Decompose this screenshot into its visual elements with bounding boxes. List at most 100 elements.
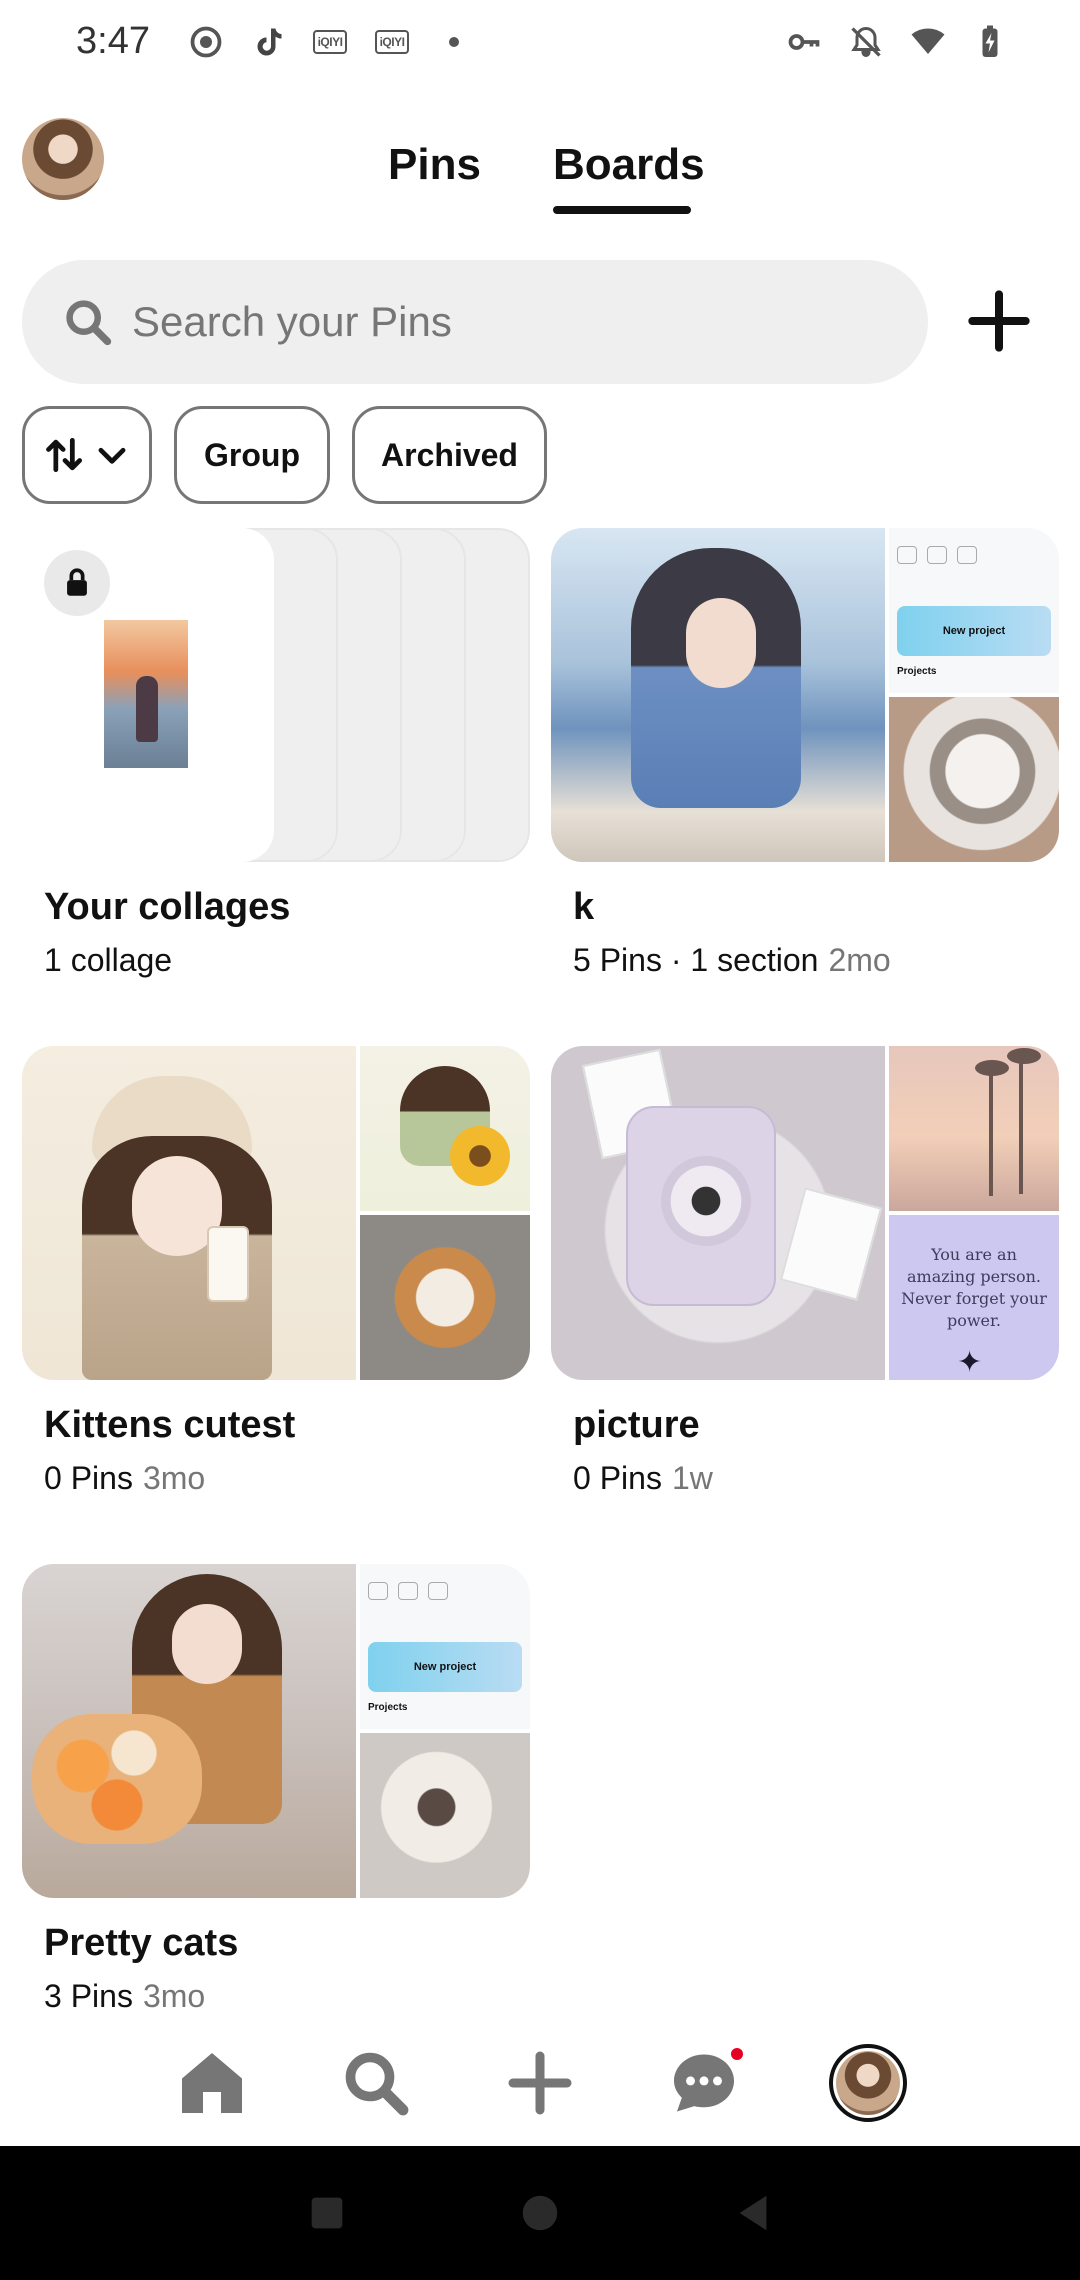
nav-create[interactable] — [498, 2041, 582, 2125]
circle-home-icon — [522, 2195, 558, 2231]
board-title: picture — [573, 1404, 700, 1446]
iqiyi-icon: iQIYI — [310, 22, 350, 62]
cover-image-app-screenshot: New project Projects — [360, 1564, 530, 1729]
home-button[interactable] — [505, 2178, 575, 2248]
quote-line: power. — [946, 1310, 1001, 1330]
board-count: 3 Pins — [44, 1978, 133, 2014]
board-cover: You are an amazing person. Never forget … — [551, 1046, 1059, 1380]
filter-chips: Group Archived — [22, 406, 547, 504]
create-icon — [508, 2051, 572, 2115]
group-chip[interactable]: Group — [174, 406, 330, 504]
nav-messages[interactable] — [662, 2041, 746, 2125]
tab-pins[interactable]: Pins — [388, 140, 481, 190]
board-count: 0 Pins — [573, 1460, 662, 1496]
board-cover — [22, 1046, 530, 1380]
sort-button[interactable] — [22, 406, 152, 504]
active-tab-indicator — [553, 206, 691, 214]
search-bar[interactable] — [22, 260, 928, 384]
wifi-icon — [908, 22, 948, 62]
collage-stack — [22, 528, 530, 862]
cover-image-camera — [551, 1046, 885, 1380]
board-age: 2mo — [828, 942, 891, 978]
new-project-label: New project — [368, 1642, 522, 1692]
board-count: 1 collage — [44, 942, 173, 978]
board-age: 1w — [671, 1460, 713, 1496]
tab-boards[interactable]: Boards — [553, 140, 705, 190]
recents-button[interactable] — [292, 2178, 362, 2248]
search-input[interactable] — [132, 298, 892, 346]
cover-image-main — [551, 528, 885, 862]
nav-profile[interactable] — [826, 2041, 910, 2125]
bell-off-icon — [846, 22, 886, 62]
dot-icon — [434, 22, 474, 62]
iqiyi-badge: iQIYI — [375, 30, 409, 54]
tabs: Pins Boards — [0, 140, 1080, 220]
board-title: Your collages — [44, 886, 291, 928]
quote-line: amazing person. — [906, 1266, 1042, 1286]
board-count: 0 Pins — [44, 1460, 133, 1496]
cover-image-flowers — [22, 1564, 356, 1898]
back-triangle-icon — [739, 2195, 767, 2231]
notification-dot — [728, 2045, 746, 2063]
sort-arrows-icon — [46, 437, 83, 473]
cover-image-app-screenshot: New project Projects — [889, 528, 1059, 693]
board-count: 5 Pins · 1 section — [573, 942, 819, 978]
new-project-label: New project — [897, 606, 1051, 656]
system-navigation-bar — [0, 2146, 1080, 2280]
record-icon — [186, 22, 226, 62]
projects-label: Projects — [368, 1702, 408, 1713]
search-icon — [345, 2052, 409, 2116]
add-button[interactable] — [964, 286, 1034, 356]
nav-search[interactable] — [334, 2041, 418, 2125]
board-title: Kittens cutest — [44, 1404, 296, 1446]
board-meta: 5 Pins · 1 section 2mo — [573, 942, 891, 979]
cover-image-ragdoll-cat — [360, 1733, 530, 1898]
quote-line: You are an — [931, 1244, 1017, 1264]
board-title: Pretty cats — [44, 1922, 239, 1964]
projects-label: Projects — [897, 666, 937, 677]
status-time: 3:47 — [76, 20, 150, 62]
cover-image-quote: You are an amazing person. Never forget … — [889, 1215, 1059, 1380]
tiktok-icon — [248, 22, 288, 62]
lock-icon — [44, 550, 110, 616]
collage-thumbnail — [104, 620, 188, 768]
status-left-icons: iQIYI iQIYI — [186, 22, 474, 62]
board-title: k — [573, 886, 595, 928]
board-pretty-cats[interactable]: New project Projects Pretty cats 3 Pins 3… — [22, 1564, 530, 2020]
status-bar: 3:47 iQIYI iQIYI — [0, 0, 1080, 86]
board-meta: 0 Pins 3mo — [44, 1460, 205, 1497]
board-age: 3mo — [142, 1978, 206, 2014]
status-right-icons — [784, 22, 1010, 62]
board-age: 3mo — [142, 1460, 206, 1496]
chevron-down-icon — [98, 447, 126, 464]
cover-image-kitten — [360, 1215, 530, 1380]
sparkle-icon: ✦ — [957, 1346, 983, 1379]
board-meta: 0 Pins 1w — [573, 1460, 713, 1497]
nav-home[interactable] — [170, 2041, 254, 2125]
collage-cover — [22, 528, 274, 862]
board-k[interactable]: New project Projects k 5 Pins · 1 sectio… — [551, 528, 1059, 998]
iqiyi-badge: iQIYI — [313, 30, 347, 54]
board-meta: 1 collage — [44, 942, 172, 979]
board-meta: 3 Pins 3mo — [44, 1978, 205, 2015]
profile-avatar — [829, 2044, 907, 2122]
iqiyi-icon: iQIYI — [372, 22, 412, 62]
cover-image-sunflowers — [360, 1046, 530, 1211]
back-button[interactable] — [718, 2178, 788, 2248]
board-your-collages[interactable]: Your collages 1 collage — [22, 528, 530, 998]
home-icon — [182, 2053, 242, 2113]
cover-image-palm-trees — [889, 1046, 1059, 1211]
recents-icon — [311, 2197, 342, 2229]
cover-image-cat — [889, 697, 1059, 862]
board-cover: New project Projects — [22, 1564, 530, 1898]
battery-charging-icon — [970, 22, 1010, 62]
quote-line: Never forget your — [901, 1288, 1047, 1308]
board-picture[interactable]: You are an amazing person. Never forget … — [551, 1046, 1059, 1516]
archived-chip[interactable]: Archived — [352, 406, 547, 504]
plus-icon — [968, 290, 1030, 352]
vpn-key-icon — [784, 22, 824, 62]
cover-image-main — [22, 1046, 356, 1380]
search-icon — [66, 300, 112, 346]
board-cover: New project Projects — [551, 528, 1059, 862]
board-kittens-cutest[interactable]: Kittens cutest 0 Pins 3mo — [22, 1046, 530, 1516]
